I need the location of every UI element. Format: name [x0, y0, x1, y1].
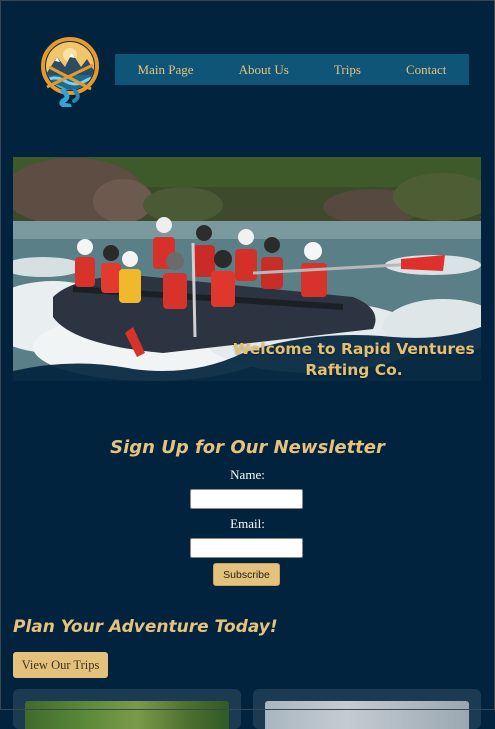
- trip-card-image: [25, 701, 229, 729]
- hero-caption: Welcome to Rapid Ventures Rafting Co.: [233, 340, 475, 379]
- main-nav: Main Page About Us Trips Contact: [115, 54, 469, 85]
- nav-link-contact[interactable]: Contact: [406, 62, 446, 78]
- subscribe-button[interactable]: Subscribe: [213, 563, 280, 586]
- hero-banner: Welcome to Rapid Ventures Rafting Co.: [13, 157, 481, 381]
- email-label: Email:: [230, 516, 265, 531]
- nav-link-trips[interactable]: Trips: [334, 62, 361, 78]
- name-input[interactable]: [190, 489, 303, 509]
- nav-link-about-us[interactable]: About Us: [239, 62, 289, 78]
- plan-heading: Plan Your Adventure Today!: [13, 617, 278, 637]
- name-label: Name:: [230, 467, 265, 482]
- brand-logo[interactable]: [41, 37, 99, 109]
- trip-card[interactable]: [13, 689, 241, 729]
- nav-link-main-page[interactable]: Main Page: [138, 62, 194, 78]
- newsletter-heading: Sign Up for Our Newsletter: [110, 437, 385, 458]
- trip-card-image: [265, 701, 469, 729]
- mountain-river-logo-icon: [41, 37, 99, 109]
- email-input[interactable]: [190, 538, 303, 558]
- trip-card[interactable]: [253, 689, 481, 729]
- view-trips-button[interactable]: View Our Trips: [13, 652, 108, 678]
